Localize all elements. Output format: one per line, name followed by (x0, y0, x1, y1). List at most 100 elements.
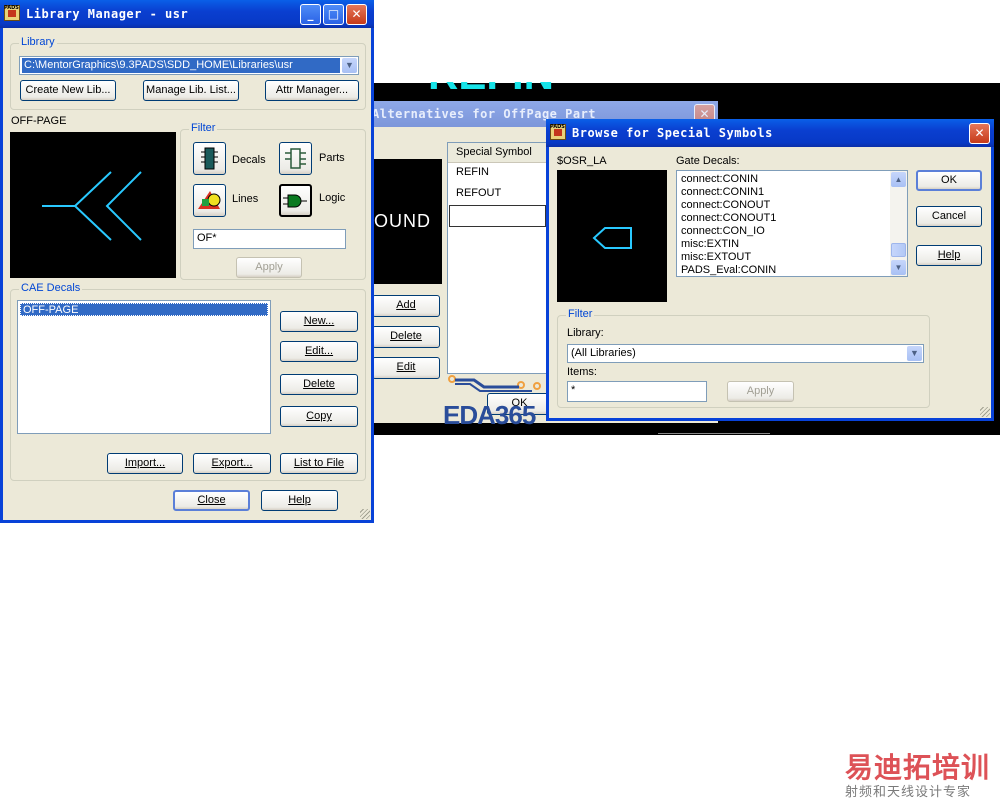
list-edit-field[interactable] (449, 205, 546, 227)
watermark-title: 易迪拓培训 (845, 751, 991, 784)
list-item[interactable]: connect:CONIN1 (681, 186, 776, 199)
maximize-icon[interactable]: □ (323, 4, 344, 25)
delete-button[interactable]: Delete (372, 326, 440, 348)
preview-label: OFF-PAGE (11, 115, 67, 127)
cancel-button[interactable]: Cancel (916, 206, 982, 227)
apply-button-label: Apply (255, 261, 283, 273)
chevron-up-icon[interactable]: ▲ (891, 172, 906, 187)
create-new-lib-label: Create New Lib... (25, 84, 111, 96)
copy-button[interactable]: Copy (280, 406, 358, 427)
library-manager-window: Library Manager - usr _ □ ✕ Library C:\M… (0, 0, 374, 523)
logic-label: Logic (319, 192, 346, 204)
cae-decals-list[interactable]: OFF-PAGE (17, 300, 271, 434)
ok-button[interactable]: OK (916, 170, 982, 191)
decals-filter-button[interactable] (193, 142, 226, 175)
list-item[interactable]: REFIN (456, 166, 489, 178)
resize-grip-icon[interactable] (980, 407, 990, 417)
copy-button-label: Copy (306, 410, 332, 422)
ok-button-label: OK (941, 174, 957, 186)
list-to-file-button[interactable]: List to File (280, 453, 358, 474)
list-item[interactable]: OFF-PAGE (20, 303, 268, 316)
chevron-down-icon[interactable]: ▼ (342, 58, 357, 73)
library-group: Library C:\MentorGraphics\9.3PADS\SDD_HO… (10, 36, 366, 110)
gate-decals-label: Gate Decals: (676, 155, 740, 167)
cae-decals-group: CAE Decals OFF-PAGE New... Edit... Delet… (10, 282, 366, 481)
watermark-subtitle: 射频和天线设计专家 (845, 785, 972, 800)
decals-icon (201, 147, 218, 170)
symbol-name-label: $OSR_LA (557, 155, 607, 167)
manage-lib-list-label: Manage Lib. List... (146, 84, 236, 96)
minimize-icon[interactable]: _ (300, 4, 321, 25)
list-item[interactable]: REFOUT (456, 187, 501, 199)
lines-icon (198, 191, 221, 209)
help-button[interactable]: Help (916, 245, 982, 266)
list-item[interactable]: misc:EXTOUT (681, 251, 776, 264)
new-button-label: New... (303, 315, 335, 327)
close-button[interactable]: Close (173, 490, 250, 511)
delete-decal-button[interactable]: Delete (280, 374, 358, 395)
attr-manager-button[interactable]: Attr Manager... (265, 80, 359, 101)
manage-lib-list-button[interactable]: Manage Lib. List... (143, 80, 239, 101)
filter-group: Filter Decals Parts Lines Logic OF* Appl… (180, 122, 366, 280)
edit-button[interactable]: Edit (372, 357, 440, 379)
logic-filter-button[interactable] (279, 184, 312, 217)
list-item[interactable]: connect:CONIN (681, 173, 776, 186)
list-item[interactable]: connect:CON_IO (681, 225, 776, 238)
alt-preview-text: OUND (374, 211, 431, 231)
import-button[interactable]: Import... (107, 453, 183, 474)
chevron-down-icon[interactable]: ▼ (907, 346, 922, 361)
edit-decal-button[interactable]: Edit... (280, 341, 358, 362)
pads-app-icon (550, 124, 566, 140)
special-symbol-header[interactable]: Special Symbol (448, 143, 546, 163)
browse-titlebar[interactable]: Browse for Special Symbols ✕ (546, 119, 994, 147)
new-button[interactable]: New... (280, 311, 358, 332)
vertical-scrollbar[interactable]: ▲ ▼ (890, 171, 907, 276)
lines-label: Lines (232, 193, 259, 205)
help-button-label: Help (937, 249, 961, 261)
filter-input[interactable]: OF* (193, 229, 346, 249)
library-select[interactable]: (All Libraries) ▼ (567, 344, 924, 363)
help-button[interactable]: Help (261, 490, 338, 511)
close-icon[interactable]: ✕ (969, 123, 990, 144)
browse-special-symbols-dialog: Browse for Special Symbols ✕ $OSR_LA Gat… (546, 119, 994, 421)
library-path-select[interactable]: C:\MentorGraphics\9.3PADS\SDD_HOME\Libra… (19, 56, 359, 75)
list-item[interactable]: connect:CONOUT1 (681, 212, 776, 225)
parts-filter-button[interactable] (279, 142, 312, 175)
close-icon[interactable]: ✕ (346, 4, 367, 25)
browse-filter-label: Filter (566, 308, 595, 320)
offpage-in-symbol-icon (592, 227, 632, 249)
scrollbar-thumb[interactable] (891, 243, 906, 257)
list-to-file-label: List to File (293, 457, 345, 469)
list-item[interactable]: misc:EXTIN (681, 238, 776, 251)
library-manager-titlebar[interactable]: Library Manager - usr _ □ ✕ (0, 0, 374, 28)
background-refin-text: REFIN (428, 58, 554, 92)
logic-icon (283, 194, 307, 208)
delete-button-label: Delete (390, 330, 422, 342)
special-symbol-list[interactable]: Special Symbol REFIN REFOUT (447, 142, 547, 374)
add-button[interactable]: Add (372, 295, 440, 317)
offpage-symbol-icon (42, 171, 142, 241)
gate-decals-items: connect:CONIN connect:CONIN1 connect:CON… (681, 173, 776, 277)
apply-button[interactable]: Apply (727, 381, 794, 402)
gate-decals-list[interactable]: connect:CONIN connect:CONIN1 connect:CON… (676, 170, 908, 277)
pads-app-icon (4, 5, 20, 21)
list-item[interactable]: PADS_Eval:CONIN (681, 264, 776, 277)
edit-decal-label: Edit... (304, 345, 334, 357)
list-item[interactable]: connect:CONOUT (681, 199, 776, 212)
resize-grip-icon[interactable] (360, 509, 370, 519)
divider-line (658, 433, 770, 434)
chevron-down-icon[interactable]: ▼ (891, 260, 906, 275)
create-new-lib-button[interactable]: Create New Lib... (20, 80, 116, 101)
export-button[interactable]: Export... (193, 453, 271, 474)
apply-button[interactable]: Apply (236, 257, 302, 278)
browse-title: Browse for Special Symbols (572, 126, 773, 140)
delete-decal-label: Delete (303, 378, 335, 390)
parts-icon (285, 148, 306, 169)
lines-filter-button[interactable] (193, 184, 226, 217)
library-manager-title: Library Manager - usr (26, 7, 189, 21)
decals-label: Decals (232, 154, 266, 166)
symbol-preview (557, 170, 667, 302)
close-button-label: Close (197, 494, 226, 506)
library-path-value: C:\MentorGraphics\9.3PADS\SDD_HOME\Libra… (22, 58, 340, 73)
items-input[interactable]: * (567, 381, 707, 402)
